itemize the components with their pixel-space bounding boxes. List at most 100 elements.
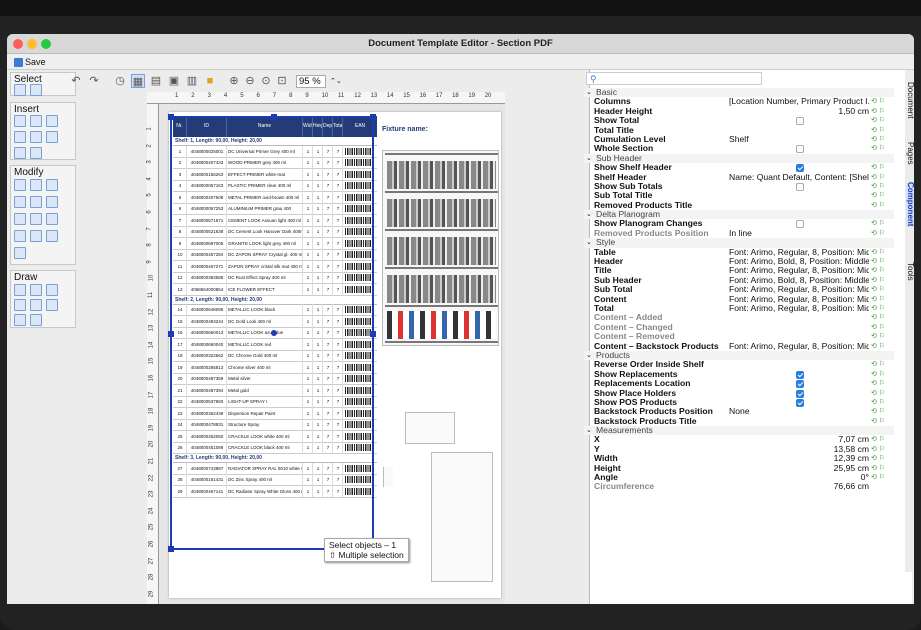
reset-icon[interactable]: ⟲ ⚐ (871, 417, 885, 426)
reset-icon[interactable]: ⟲ ⚐ (871, 407, 885, 416)
reset-icon[interactable]: ⟲ ⚐ (871, 276, 885, 285)
table-view-icon[interactable]: ▥ (185, 74, 199, 88)
reset-icon[interactable]: ⟲ ⚐ (871, 126, 885, 135)
reset-icon[interactable]: ⟲ ⚐ (871, 464, 885, 473)
reset-icon[interactable]: ⟲ ⚐ (871, 257, 885, 266)
reset-icon[interactable]: ⟲ ⚐ (871, 116, 885, 125)
property-row[interactable]: Content Font: Arimo, Regular, 8, Position… (584, 294, 894, 304)
align-right-tool[interactable] (46, 196, 58, 208)
reset-icon[interactable]: ⟲ ⚐ (871, 323, 885, 332)
draw-rect-tool[interactable] (46, 299, 58, 311)
zoom-fit-icon[interactable]: ⊙ (259, 74, 273, 88)
reset-icon[interactable]: ⟲ ⚐ (871, 370, 885, 379)
zoom-stepper[interactable]: ⌃⌄ (330, 77, 342, 85)
reset-icon[interactable]: ⟲ ⚐ (871, 248, 885, 257)
reset-icon[interactable]: ⟲ ⚐ (871, 398, 885, 407)
draw-polygon-tool[interactable] (30, 314, 42, 326)
property-value[interactable]: Font: Arimo, Regular, 8, Position: Mid..… (729, 295, 869, 304)
property-value[interactable]: 7,07 cm (729, 435, 869, 444)
reset-icon[interactable]: ⟲ ⚐ (871, 304, 885, 313)
reset-icon[interactable]: ⟲ ⚐ (871, 285, 885, 294)
grid-view-icon[interactable]: ▦ (131, 74, 145, 88)
property-value[interactable]: 1,50 cm (729, 107, 869, 116)
align-center-tool[interactable] (30, 196, 42, 208)
property-value[interactable]: Font: Arimo, Regular, 8, Position: Mid..… (729, 304, 869, 313)
ungroup-tool[interactable] (14, 247, 26, 259)
rotate-tool[interactable] (46, 179, 58, 191)
property-checkbox[interactable] (796, 117, 804, 126)
property-value[interactable]: Shelf (729, 135, 869, 144)
property-group[interactable]: Measurements ⌄ (584, 425, 894, 436)
property-checkbox[interactable] (796, 370, 804, 379)
chevron-down-icon[interactable]: ⌄ (586, 426, 592, 435)
reset-icon[interactable]: ⟲ ⚐ (871, 219, 885, 228)
zoom-in-icon[interactable]: ⊕ (227, 74, 241, 88)
reset-icon[interactable]: ⟲ ⚐ (871, 313, 885, 322)
save-button[interactable]: Save (11, 56, 49, 68)
draw-curve-tool[interactable] (46, 284, 58, 296)
property-row[interactable]: Y 13,58 cm ⟲ ⚐ (584, 444, 894, 454)
select-area-tool[interactable] (30, 84, 42, 96)
select-arrow-tool[interactable] (14, 84, 26, 96)
reset-icon[interactable]: ⟲ ⚐ (871, 445, 885, 454)
property-value[interactable]: 0° (729, 473, 869, 482)
reset-icon[interactable]: ⟲ ⚐ (871, 182, 885, 191)
property-value[interactable]: Font: Arimo, Regular, 8, Position: Mid..… (729, 266, 869, 275)
property-value[interactable]: [Location Number, Primary Product I... (729, 97, 869, 106)
property-row[interactable]: Sub Total Font: Arimo, Regular, 8, Positi… (584, 284, 894, 294)
property-value[interactable]: None (729, 407, 869, 416)
move-tool[interactable] (14, 179, 26, 191)
group-tool[interactable] (46, 230, 58, 242)
distribute-v-tool[interactable] (30, 213, 42, 225)
tab-document[interactable]: Document (906, 82, 914, 118)
reset-icon[interactable]: ⟲ ⚐ (871, 342, 885, 351)
insert-text-tool[interactable] (46, 115, 58, 127)
tab-component[interactable]: Component (906, 182, 914, 227)
property-checkbox[interactable] (796, 164, 804, 173)
guides-icon[interactable]: ▤ (149, 74, 163, 88)
zoom-page-icon[interactable]: ⊡ (275, 74, 289, 88)
property-value[interactable]: 25,95 cm (729, 464, 869, 473)
reset-icon[interactable]: ⟲ ⚐ (871, 201, 885, 210)
insert-table-tool[interactable] (14, 115, 26, 127)
reset-icon[interactable]: ⟲ ⚐ (871, 107, 885, 116)
reset-icon[interactable]: ⟲ ⚐ (871, 379, 885, 388)
property-row[interactable]: Circumference 76,66 cm (584, 481, 894, 491)
send-back-tool[interactable] (30, 230, 42, 242)
property-value[interactable]: 13,58 cm (729, 445, 869, 454)
reset-icon[interactable]: ⟲ ⚐ (871, 229, 885, 238)
chevron-down-icon[interactable]: ⌄ (586, 351, 592, 360)
property-row[interactable]: Height 25,95 cm ⟲ ⚐ (584, 463, 894, 473)
property-checkbox[interactable] (796, 380, 804, 389)
property-group[interactable]: Style ⌄ (584, 237, 894, 248)
property-checkbox[interactable] (796, 398, 804, 407)
same-size-tool[interactable] (46, 213, 58, 225)
reset-icon[interactable]: ⟲ ⚐ (871, 97, 885, 106)
draw-angle-tool[interactable] (30, 284, 42, 296)
property-row[interactable]: Removed Products Position In line ⟲ ⚐ (584, 228, 894, 238)
chevron-down-icon[interactable]: ⌄ (586, 210, 592, 219)
draw-ellipse-tool[interactable] (14, 314, 26, 326)
reset-icon[interactable]: ⟲ ⚐ (871, 389, 885, 398)
highlight-icon[interactable]: ■ (203, 74, 217, 88)
layout-icon[interactable]: ▣ (167, 74, 181, 88)
properties-search-input[interactable]: ⚲ (586, 72, 762, 85)
reset-icon[interactable]: ⟲ ⚐ (871, 135, 885, 144)
distribute-h-tool[interactable] (14, 213, 26, 225)
property-row[interactable]: Width 12,39 cm ⟲ ⚐ (584, 453, 894, 463)
property-row[interactable]: Content – Backstock Products Font: Arimo,… (584, 341, 894, 351)
align-left-tool[interactable] (14, 196, 26, 208)
property-value[interactable]: 12,39 cm (729, 454, 869, 463)
tab-tools[interactable]: Tools (906, 262, 914, 281)
insert-barcode-tool[interactable] (30, 131, 42, 143)
draw-wave-tool[interactable] (30, 299, 42, 311)
reset-icon[interactable]: ⟲ ⚐ (871, 454, 885, 463)
reset-icon[interactable]: ⟲ ⚐ (871, 163, 885, 172)
property-value[interactable]: 76,66 cm (729, 482, 869, 491)
property-value[interactable]: In line (729, 229, 869, 238)
draw-line-tool[interactable] (14, 284, 26, 296)
chevron-down-icon[interactable]: ⌄ (586, 88, 592, 97)
table-selection-frame[interactable] (168, 114, 376, 552)
insert-label-tool[interactable] (30, 147, 42, 159)
property-value[interactable]: Name: Quant Default, Content: [Shelf ... (729, 173, 869, 182)
